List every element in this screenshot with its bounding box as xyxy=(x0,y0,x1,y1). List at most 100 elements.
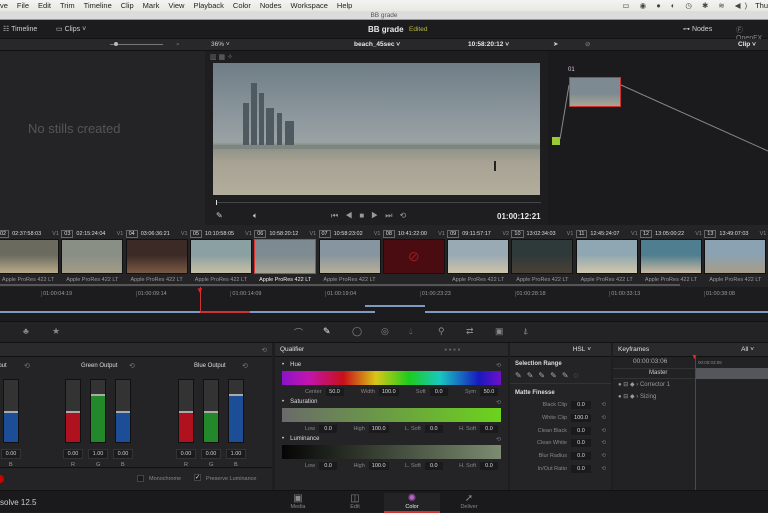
blur-icon[interactable]: 💧︎ xyxy=(409,326,413,337)
preserve-luminance-checkbox[interactable]: ✓ xyxy=(194,474,201,481)
clip-name-select[interactable]: beach_45sec ˅ xyxy=(354,41,400,48)
mini-timeline[interactable]: ▼ xyxy=(0,286,768,322)
clip-thumbnail[interactable]: 09 09:11:57:17 V2 Apple ProRes 422 LT xyxy=(447,229,510,283)
menu-workspace[interactable]: Workspace xyxy=(291,1,328,10)
reset-icon[interactable]: ⟲ xyxy=(129,362,135,370)
clips-button[interactable]: ▭ Clips ˅ xyxy=(56,25,86,33)
clip-thumbnail[interactable]: 02 02:37:58:03 V1 Apple ProRes 422 LT xyxy=(0,229,59,283)
tracker-icon[interactable]: ◎ xyxy=(381,326,389,337)
mixer-value[interactable]: 0.00 xyxy=(201,449,221,459)
stereo-icon[interactable]: ▣ xyxy=(495,326,504,337)
timecode-select[interactable]: 10:58:20:12 ˅ xyxy=(468,41,509,48)
field-input[interactable]: 0.0 xyxy=(479,425,498,433)
field-input[interactable]: 100.0 xyxy=(378,388,399,396)
audio-icon[interactable]: 🔈︎ xyxy=(253,211,258,221)
key-icon[interactable]: ⚲ xyxy=(438,326,445,337)
menu-color[interactable]: Color xyxy=(233,1,251,10)
3d-icon[interactable]: ⍋ xyxy=(523,326,528,337)
qualifier-mode-select[interactable]: HSL ˅ xyxy=(510,343,611,357)
field-input[interactable]: 0.0 xyxy=(424,462,443,470)
mixer-value[interactable]: 0.00 xyxy=(113,449,133,459)
reset-icon[interactable]: ⟲ xyxy=(242,362,248,370)
field-input[interactable]: 0.0 xyxy=(479,462,498,470)
keyframe-track-corrector[interactable]: ● ⊟ ◆ › Corrector 1 xyxy=(618,381,670,388)
keyframe-playhead[interactable] xyxy=(695,357,696,490)
field-input[interactable]: 0.0 xyxy=(571,439,591,448)
timeline-ruler[interactable]: 01:00:04:19 01:00:09:14 01:00:14:09 01:00:1… xyxy=(0,287,768,300)
qualifier-icon[interactable]: ✎ xyxy=(323,326,331,337)
monochrome-checkbox[interactable] xyxy=(137,475,144,482)
clip-thumbnail[interactable]: 10 13:02:34:03 V1 Apple ProRes 422 LT xyxy=(511,229,574,283)
picker-tools[interactable]: ✎✎✎✎✎◌ xyxy=(510,371,611,380)
mixer-slider-b[interactable] xyxy=(228,379,244,443)
clip-thumbnail[interactable]: 08 10:41:22:00 V1 ⊘ xyxy=(382,229,445,277)
keyframe-track-sizing[interactable]: ● ⊟ ◆ › Sizing xyxy=(618,393,656,400)
menu-mark[interactable]: Mark xyxy=(143,1,160,10)
mixer-slider-b[interactable] xyxy=(3,379,19,443)
mixer-value[interactable]: 1.00 xyxy=(226,449,246,459)
mixer-value[interactable]: 0.00 xyxy=(1,449,21,459)
gallery-zoom-slider[interactable] xyxy=(110,42,163,46)
window-icon[interactable]: ◯ xyxy=(352,326,362,337)
timeline-button[interactable]: ☷ Timeline xyxy=(3,25,37,33)
field-input[interactable]: 0.0 xyxy=(319,462,338,470)
reset-icon[interactable]: ⟲ xyxy=(601,428,606,434)
field-input[interactable]: 0.0 xyxy=(571,401,591,410)
viewer-scrubber[interactable] xyxy=(216,200,541,205)
reset-icon[interactable]: ⟲ xyxy=(496,436,501,443)
reset-icon[interactable]: ⟲ xyxy=(601,415,606,421)
reset-icon[interactable]: ⟲ xyxy=(601,402,606,408)
search-icon[interactable]: ⌕ xyxy=(176,41,180,49)
hue-range-bar[interactable] xyxy=(282,371,501,385)
saturation-range-bar[interactable] xyxy=(282,408,501,422)
reset-icon[interactable]: ⟲ xyxy=(601,440,606,446)
menu-help[interactable]: Help xyxy=(337,1,352,10)
clip-thumbnail[interactable]: 05 10:10:58:05 V1 Apple ProRes 422 LT xyxy=(189,229,252,283)
reset-icon[interactable]: ⟲ xyxy=(262,346,267,354)
star-icon[interactable]: ★ xyxy=(52,326,60,337)
mixer-slider-g[interactable] xyxy=(203,379,219,443)
nodes-palette-icon[interactable]: ♣ xyxy=(23,326,29,336)
field-input[interactable]: 100.0 xyxy=(368,425,389,433)
mixer-slider-r[interactable] xyxy=(178,379,194,443)
menu-trim[interactable]: Trim xyxy=(60,1,75,10)
clip-mode-select[interactable]: Clip ˅ xyxy=(738,41,756,48)
field-input[interactable]: 100.0 xyxy=(368,462,389,470)
menu-timeline[interactable]: Timeline xyxy=(84,1,112,10)
clip-thumbnail[interactable]: 12 13:05:00:22 V1 Apple ProRes 422 LT xyxy=(640,229,702,283)
keyframes-filter-select[interactable]: All ˅ xyxy=(741,346,754,353)
nodes-button[interactable]: ⊶ Nodes xyxy=(683,25,712,33)
zoom-select[interactable]: 36% ˅ xyxy=(211,41,230,48)
page-tab-edit[interactable]: ◫ Edit xyxy=(327,493,383,510)
field-input[interactable]: 50.0 xyxy=(479,388,498,396)
transport-controls[interactable]: ⏮◀■▶⏭⟲ xyxy=(331,211,413,221)
luminance-range-bar[interactable] xyxy=(282,445,501,459)
field-input[interactable]: 0.0 xyxy=(429,388,448,396)
page-tab-color[interactable]: ✺ Color xyxy=(384,493,440,513)
clip-thumbnail[interactable]: 04 03:06:36:21 V1 Apple ProRes 422 LT xyxy=(125,229,188,283)
reset-icon[interactable]: ⟲ xyxy=(496,399,501,406)
clip-strip-scrollbar[interactable] xyxy=(0,284,680,286)
menu-playback[interactable]: Playback xyxy=(193,1,223,10)
reset-icon[interactable]: ⟲ xyxy=(601,466,606,472)
field-input[interactable]: 0.0 xyxy=(424,425,443,433)
playhead-icon[interactable]: ▼ xyxy=(196,286,204,295)
reset-icon[interactable]: ⟲ xyxy=(496,362,501,369)
menu-ve[interactable]: ve xyxy=(0,1,8,10)
curves-icon[interactable]: ⌒ xyxy=(294,326,303,339)
field-input[interactable]: 0.0 xyxy=(571,452,591,461)
mixer-slider-g[interactable] xyxy=(90,379,106,443)
mixer-slider-r[interactable] xyxy=(65,379,81,443)
field-input[interactable]: 0.0 xyxy=(571,464,591,473)
master-keyframe-track[interactable] xyxy=(695,368,768,379)
sizing-icon[interactable]: ⇄ xyxy=(466,326,474,337)
field-input[interactable]: 0.0 xyxy=(319,425,338,433)
viewer-mode-icons[interactable]: ▥ ▦ ✧ xyxy=(210,53,233,61)
picker-icon[interactable]: ✎ xyxy=(216,211,223,220)
clip-thumbnail[interactable]: 06 10:58:20:12 V1 Apple ProRes 422 LT xyxy=(254,229,317,283)
menu-nodes[interactable]: Nodes xyxy=(260,1,282,10)
mixer-slider-b[interactable] xyxy=(115,379,131,443)
field-input[interactable]: 0.0 xyxy=(571,426,591,435)
pointer-icon[interactable]: ➤ xyxy=(553,40,558,48)
field-input[interactable]: 50.0 xyxy=(325,388,344,396)
